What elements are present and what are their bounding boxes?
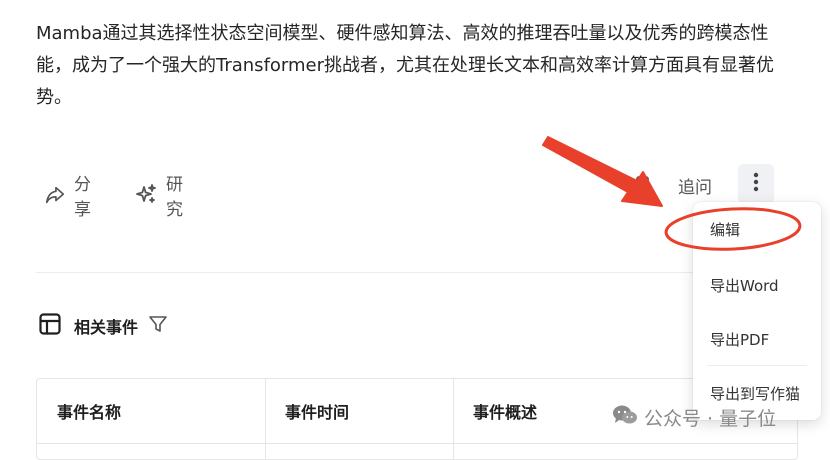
annotation-highlight-circle xyxy=(664,207,802,251)
annotation-arrow xyxy=(542,136,663,207)
watermark-text: 公众号 · 量子位 xyxy=(644,408,777,430)
watermark: 公众号 · 量子位 xyxy=(612,404,776,431)
annotation-overlay xyxy=(542,136,802,251)
wechat-icon xyxy=(612,404,638,431)
